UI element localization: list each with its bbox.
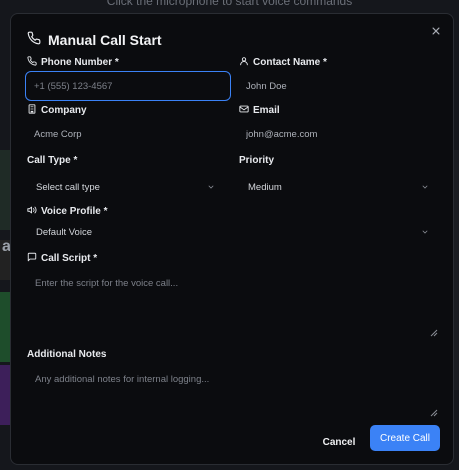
call-type-label: Call Type * — [27, 154, 78, 166]
dialog-title-text: Manual Call Start — [48, 31, 162, 48]
company-input[interactable] — [25, 119, 231, 149]
dialog-title: Manual Call Start — [27, 31, 162, 48]
phone-number-label: Phone Number * — [27, 55, 232, 69]
background-hint-text: Click the microphone to start voice comm… — [106, 0, 353, 8]
manual-call-dialog: Manual Call Start Phone Number * Contact… — [10, 13, 454, 465]
email-input[interactable] — [237, 119, 437, 149]
chevron-down-icon — [207, 183, 215, 194]
priority-select[interactable]: Medium — [239, 174, 437, 200]
phone-number-field: Phone Number * — [25, 55, 232, 101]
building-icon — [27, 103, 37, 117]
chevron-down-icon — [421, 228, 429, 239]
user-icon — [239, 56, 249, 69]
mail-icon — [239, 104, 249, 117]
company-field: Company — [25, 103, 232, 149]
voice-profile-field: Voice Profile * Default Voice — [27, 204, 439, 243]
chevron-down-icon — [421, 183, 429, 194]
call-script-field: Call Script * — [25, 251, 439, 340]
background-panel — [0, 292, 10, 362]
additional-notes-textarea[interactable] — [25, 365, 439, 415]
close-icon[interactable] — [429, 24, 443, 38]
background-panel — [0, 365, 10, 425]
phone-number-input[interactable] — [25, 71, 231, 101]
email-label: Email — [239, 103, 439, 117]
resize-handle-icon[interactable] — [430, 404, 438, 417]
phone-icon — [27, 55, 37, 69]
contact-name-label: Contact Name * — [239, 55, 439, 69]
priority-field: Priority Medium — [239, 153, 439, 200]
voice-profile-selected: Default Voice — [36, 226, 92, 238]
background-panel — [0, 150, 10, 230]
cancel-button[interactable]: Cancel — [314, 429, 364, 455]
voice-profile-select[interactable]: Default Voice — [27, 221, 437, 243]
additional-notes-label: Additional Notes — [27, 348, 107, 360]
call-script-textarea[interactable] — [25, 269, 439, 335]
priority-label: Priority — [239, 154, 275, 166]
speaker-icon — [27, 205, 37, 218]
message-icon — [27, 252, 37, 265]
call-script-label: Call Script * — [27, 251, 439, 265]
call-type-select[interactable]: Select call type — [27, 174, 223, 200]
call-type-selected: Select call type — [36, 181, 100, 193]
call-type-field: Call Type * Select call type — [27, 153, 227, 200]
voice-profile-label: Voice Profile * — [27, 204, 439, 218]
contact-name-input[interactable] — [237, 71, 437, 101]
resize-handle-icon[interactable] — [430, 324, 438, 337]
contact-name-field: Contact Name * — [237, 55, 439, 101]
company-label: Company — [27, 103, 232, 117]
priority-selected: Medium — [248, 181, 282, 193]
create-call-button[interactable]: Create Call — [370, 425, 440, 451]
phone-icon — [27, 31, 41, 48]
additional-notes-field: Additional Notes — [25, 347, 439, 420]
email-field: Email — [237, 103, 439, 149]
